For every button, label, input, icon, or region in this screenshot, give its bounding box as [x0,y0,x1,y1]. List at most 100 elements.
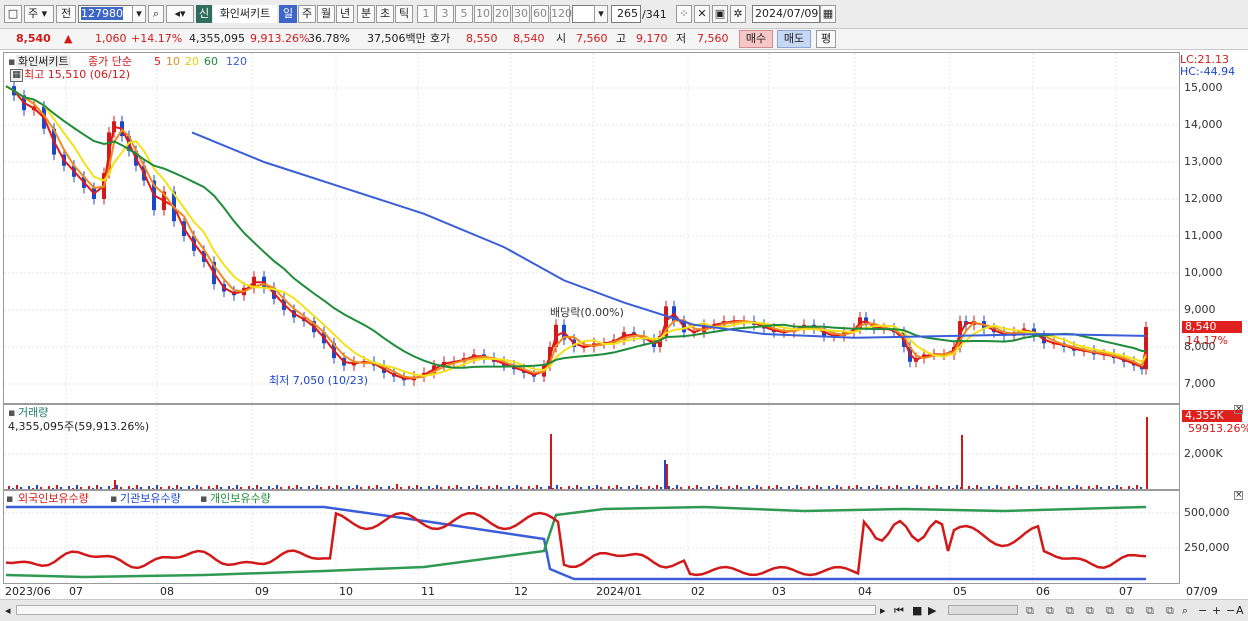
layout-icon[interactable]: ⧉ [1146,604,1154,617]
period-dropdown-icon[interactable]: ▾ [594,5,608,23]
quote-high: 9,170 [636,32,668,45]
sound-icon[interactable]: ◂▾ [166,5,194,23]
market-value: 주 [28,7,39,20]
calendar-icon[interactable]: ▦ [10,69,23,82]
tab-tick[interactable]: 틱 [395,5,413,23]
new-button[interactable]: 신 [196,5,212,23]
num-120[interactable]: 120 [550,5,572,23]
tab-minute[interactable]: 분 [357,5,375,23]
buy-button[interactable]: 매수 [739,30,773,48]
stock-legend: 화인써키트 [16,55,71,68]
holdings-pane[interactable]: ▪ 외국인보유수량 ▪ 기관보유수량 ▪ 개인보유수량 [3,490,1180,584]
y-tick: 11,000 [1184,229,1223,242]
close-icon[interactable]: × [1234,405,1243,414]
settings-dots-icon[interactable]: ⁘ [676,5,692,23]
volume-bar [666,464,668,489]
quote-price: 8,540 [16,32,51,45]
x-axis-end: 07/09 [1186,585,1218,598]
pane-marker-icon: ▪ [8,55,16,68]
ma20-line [5,85,1147,377]
zoom-in-icon[interactable]: + [1212,604,1221,617]
num-60[interactable]: 60 [531,5,549,23]
layout-icon[interactable]: ⧉ [1046,604,1054,617]
ma-label: 종가 단순 [88,55,132,68]
close-icon[interactable]: × [1234,491,1243,500]
x-tick: 10 [339,585,353,598]
ma20-legend: 20 [185,55,199,68]
tab-month[interactable]: 월 [317,5,335,23]
tab-day[interactable]: 일 [279,5,297,23]
zoom-minus-icon[interactable]: − [1226,604,1235,617]
layout-icon[interactable]: ⧉ [1166,604,1174,617]
y-tick: 7,000 [1184,377,1216,390]
font-size-icon[interactable]: A [1236,604,1244,617]
avg-button[interactable]: 평 [816,30,836,48]
calendar-icon[interactable]: ▦ [820,5,836,23]
price-pane[interactable]: ▪ 화인써키트 종가 단순 5 10 20 60 120 ▦ 최고 15,510… [3,52,1180,404]
layout-icon[interactable]: ⧉ [1066,604,1074,617]
ma5-legend: 5 [154,55,161,68]
tab-foreign[interactable]: 외국인보유수량 [18,492,89,506]
quote-bar: 8,540 ▲ 1,060 +14.17% 4,355,095 9,913.26… [0,29,1248,50]
y-tick: 9,000 [1184,303,1216,316]
period-select[interactable]: 전 [56,5,76,23]
num-1[interactable]: 1 [417,5,435,23]
speed-slider[interactable] [948,605,1018,615]
volume-pane[interactable]: ▪ 거래량 4,355,095주(59,913.26%) [3,404,1180,490]
layout-icon[interactable]: ⧉ [1126,604,1134,617]
ma120-legend: 120 [226,55,247,68]
code-dropdown-icon[interactable]: ▾ [132,5,146,23]
volume-bar [1146,417,1148,489]
layout-icon[interactable]: ⧉ [1086,604,1094,617]
stop-icon[interactable]: ■ [912,604,922,617]
num-5[interactable]: 5 [455,5,473,23]
layout-icon[interactable]: ⧉ [1026,604,1034,617]
tab-individual[interactable]: 개인보유수량 [210,492,271,506]
num-30[interactable]: 30 [512,5,530,23]
date-input[interactable]: 2024/07/09 [752,5,820,23]
tab-week[interactable]: 주 [298,5,316,23]
pane-marker-icon: ▪ [6,492,14,505]
num-20[interactable]: 20 [493,5,511,23]
quote-vol-pct: 9,913.26% [250,32,310,45]
scroll-right-icon[interactable]: ▸ [880,604,886,617]
x-tick: 07 [69,585,83,598]
ma60-legend: 60 [204,55,218,68]
volume-tag: 4,355K [1182,410,1242,422]
play-icon[interactable]: ▶ [928,604,936,617]
zoom-out-icon[interactable]: − [1198,604,1207,617]
pane-marker-icon: ▪ [110,492,118,505]
gear-icon[interactable]: ✲ [730,5,746,23]
search-icon[interactable]: ⌕ [148,5,164,23]
sell-button[interactable]: 매도 [777,30,811,48]
quote-low: 7,560 [697,32,729,45]
crosshair-icon[interactable]: ✕ [694,5,710,23]
count-total: /341 [642,8,667,21]
y-tick: 13,000 [1184,155,1223,168]
x-tick: 02 [691,585,705,598]
window-icon[interactable]: □ [4,5,22,23]
num-3[interactable]: 3 [436,5,454,23]
market-select[interactable]: 주 ▾ [24,5,54,23]
save-icon[interactable]: ▣ [712,5,728,23]
quote-turnover: 36.78% [308,32,350,45]
scroll-track[interactable] [16,605,876,615]
zoom-icon[interactable]: ⌕ [1182,604,1188,617]
high-label: 고 [616,32,627,45]
layout-icon[interactable]: ⧉ [1106,604,1114,617]
tab-second[interactable]: 초 [376,5,394,23]
num-10[interactable]: 10 [474,5,492,23]
count-input[interactable]: 265 [611,5,641,23]
ma120-line [191,131,1147,339]
tab-year[interactable]: 년 [336,5,354,23]
y-tick: 250,000 [1184,541,1230,554]
tab-institution[interactable]: 기관보유수량 [120,492,181,506]
stock-name: 화인써키트 [213,5,277,23]
scroll-left-icon[interactable]: ◂ [5,604,11,617]
rewind-icon[interactable]: ⏮ [894,604,904,617]
pane-marker-icon: ▪ [8,406,16,419]
x-tick: 03 [772,585,786,598]
x-tick: 2024/01 [596,585,642,598]
ma60-line [5,85,1147,369]
price-chart [4,53,1179,403]
